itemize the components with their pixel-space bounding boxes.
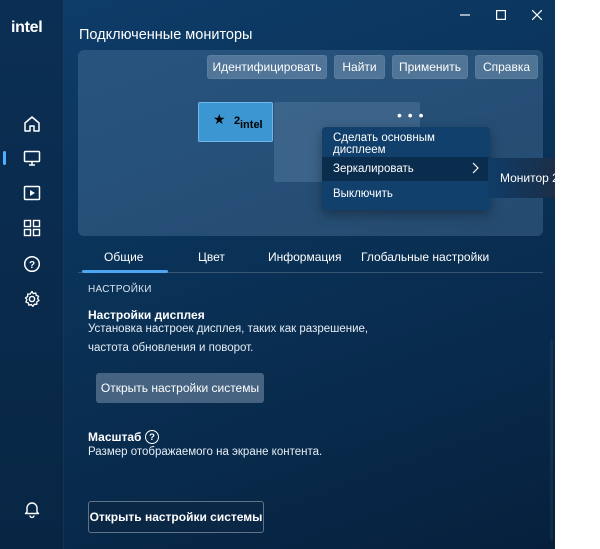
close-icon[interactable] bbox=[520, 4, 554, 26]
menu-item-make-primary[interactable]: Сделать основным дисплеем bbox=[322, 132, 490, 156]
app-window: intel ? Подключенные мониторы Идентифици… bbox=[0, 0, 555, 549]
apps-grid-icon[interactable] bbox=[21, 217, 43, 239]
submenu-item-monitor-2[interactable]: Монитор 2 bbox=[500, 171, 555, 185]
context-menu: Сделать основным дисплеем Зеркалировать … bbox=[322, 127, 490, 210]
display-settings-desc-2: частота обновления и поворот. bbox=[88, 342, 254, 354]
display-icon[interactable] bbox=[21, 147, 43, 169]
page-title: Подключенные мониторы bbox=[79, 27, 253, 43]
section-caption: НАСТРОЙКИ bbox=[88, 284, 152, 295]
tab-global-settings[interactable]: Глобальные настройки bbox=[361, 250, 489, 264]
apply-button[interactable]: Применить bbox=[392, 55, 468, 79]
open-system-settings-button[interactable]: Открыть настройки системы bbox=[96, 373, 264, 403]
maximize-icon[interactable] bbox=[484, 4, 518, 26]
primary-star-icon: ★ bbox=[213, 111, 226, 127]
intel-logo: intel bbox=[11, 19, 43, 36]
chevron-right-icon bbox=[472, 162, 479, 174]
scale-description: Размер отображаемого на экране контента. bbox=[88, 446, 323, 458]
tab-general[interactable]: Общие bbox=[104, 250, 143, 264]
bell-icon[interactable] bbox=[21, 498, 43, 520]
menu-item-turn-off[interactable]: Выключить bbox=[322, 182, 490, 206]
scale-heading: Масштаб bbox=[88, 430, 142, 444]
sidebar: intel ? bbox=[0, 0, 64, 549]
find-button[interactable]: Найти bbox=[334, 55, 385, 79]
menu-item-mirror[interactable]: Зеркалировать bbox=[322, 157, 490, 181]
help-icon[interactable]: ? bbox=[21, 253, 43, 275]
open-system-settings-button-2[interactable]: Открыть настройки системы bbox=[88, 501, 264, 533]
help-button[interactable]: Справка bbox=[475, 55, 538, 79]
gear-icon[interactable] bbox=[21, 288, 43, 310]
tab-color[interactable]: Цвет bbox=[198, 250, 225, 264]
svg-text:?: ? bbox=[29, 260, 35, 271]
mirror-submenu: Монитор 2 bbox=[488, 158, 555, 198]
sidebar-active-indicator bbox=[3, 151, 6, 165]
scrollbar[interactable] bbox=[550, 340, 553, 540]
home-icon[interactable] bbox=[21, 113, 43, 135]
minimize-icon[interactable] bbox=[448, 4, 482, 26]
active-tab-underline bbox=[82, 270, 168, 273]
display-settings-desc-1: Установка настроек дисплея, таких как ра… bbox=[88, 323, 369, 335]
video-icon[interactable] bbox=[21, 182, 43, 204]
identify-button[interactable]: Идентифицировать bbox=[207, 55, 327, 79]
monitor-tile-primary[interactable]: ★ 2 intel bbox=[198, 102, 273, 142]
monitor-brand: intel bbox=[240, 119, 263, 131]
more-options-icon[interactable]: • • • bbox=[397, 107, 424, 123]
tab-information[interactable]: Информация bbox=[268, 250, 341, 264]
scale-help-icon[interactable]: ? bbox=[145, 430, 159, 444]
